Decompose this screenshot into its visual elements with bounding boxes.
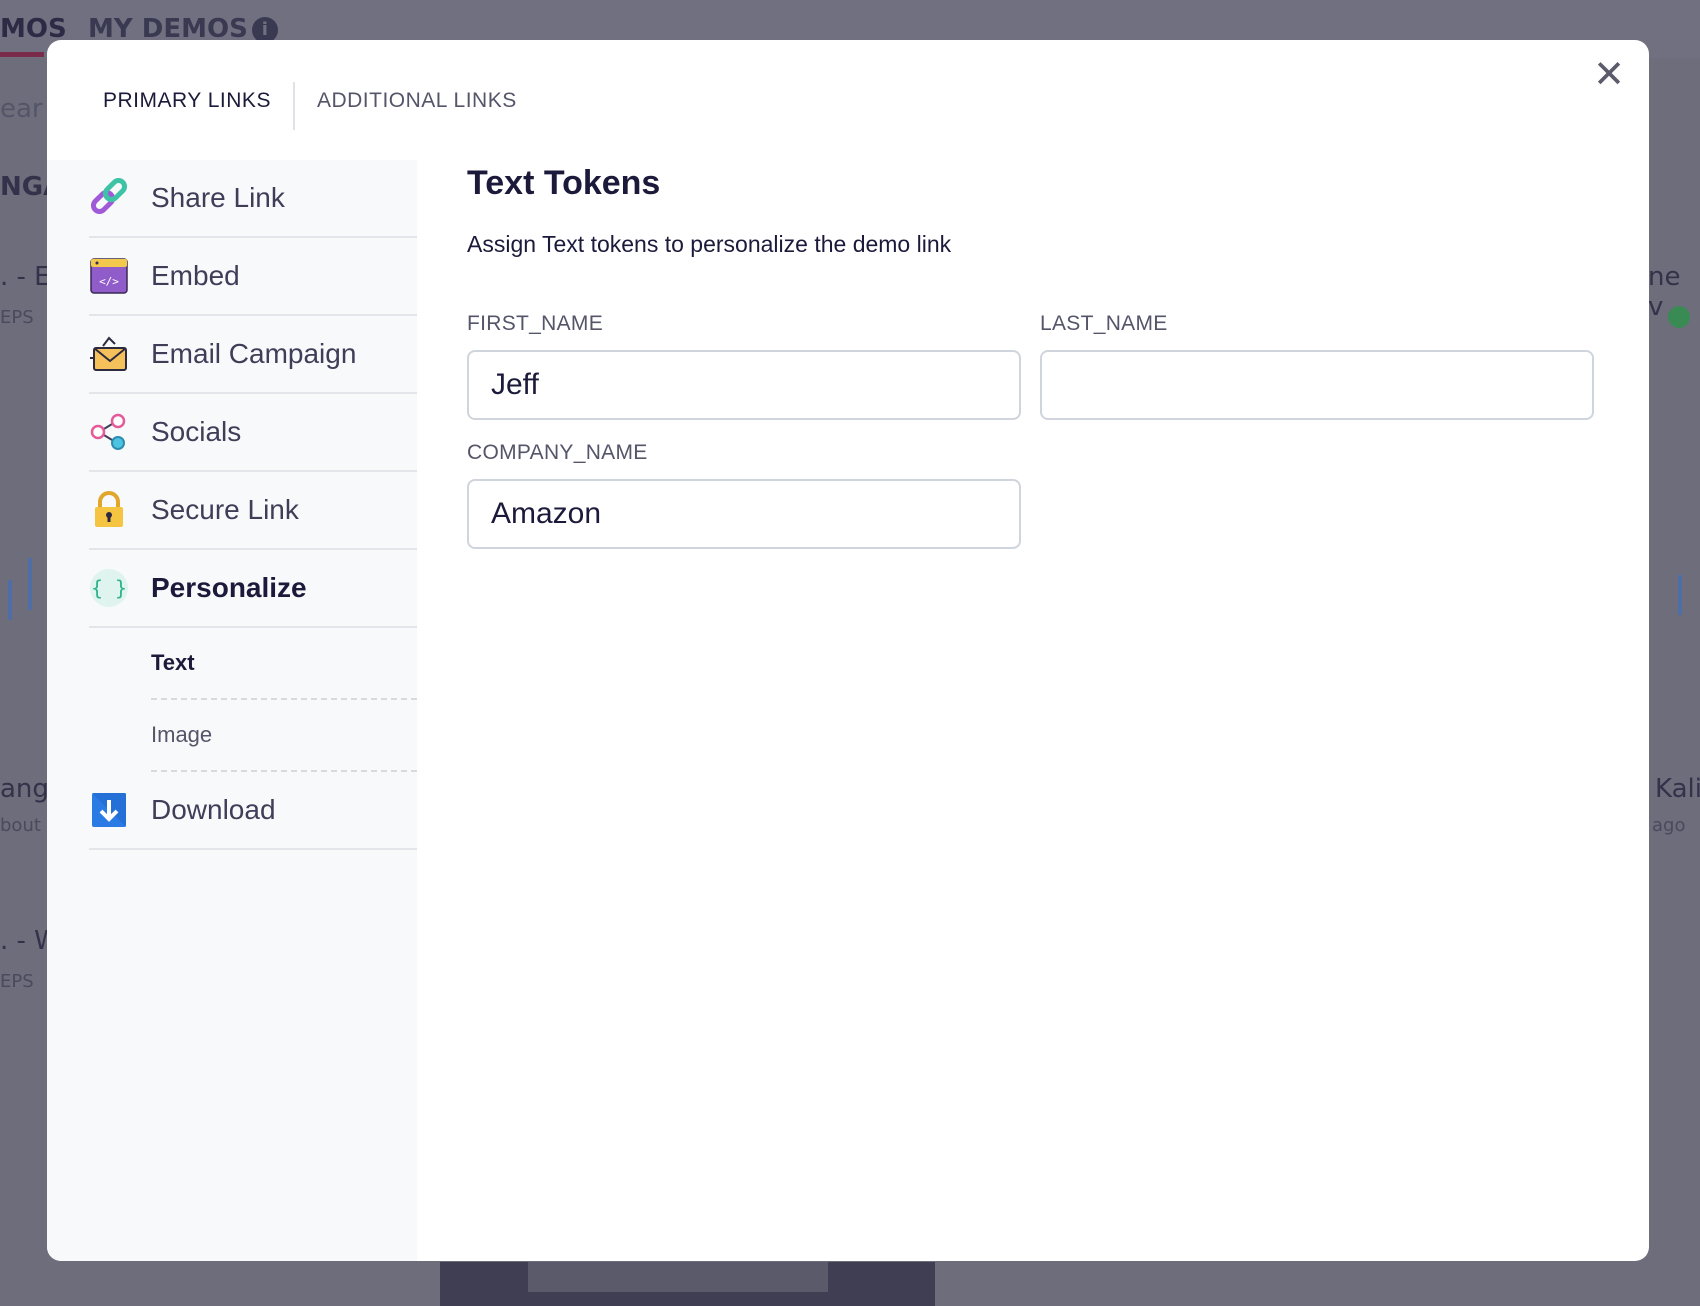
embed-code-icon: </> (89, 256, 129, 296)
sidebar-item-download[interactable]: Download (89, 772, 417, 850)
background-chart-bar (1678, 575, 1682, 615)
svg-text:</>: </> (99, 275, 119, 288)
share-nodes-icon (89, 412, 129, 452)
close-icon[interactable]: ✕ (1589, 54, 1629, 94)
sidebar-item-label: Share Link (151, 182, 285, 213)
tab-additional-links[interactable]: ADDITIONAL LINKS (317, 84, 517, 172)
background-card-steps-fragment-2: EPS (0, 971, 34, 992)
sidebar-item-personalize[interactable]: { } Personalize (89, 550, 417, 628)
sidebar-subitem-text[interactable]: Text (151, 628, 417, 700)
company-name-input[interactable] (467, 479, 1021, 549)
background-search-fragment: ear (0, 94, 43, 124)
tab-divider (292, 82, 295, 130)
background-card-preview-inner (528, 1262, 828, 1292)
sidebar-item-label: Personalize (151, 572, 307, 603)
sidebar: Share Link </> Embed Email Campaign Soci… (47, 160, 417, 1261)
background-card-sub-fragment: bout (0, 815, 41, 836)
background-card-name-fragment: ang (0, 774, 49, 804)
background-chart-bar (8, 580, 12, 620)
background-card-steps-fragment: EPS (0, 307, 34, 328)
background-card-sub-fragment-right: ago (1652, 815, 1686, 836)
share-modal: ✕ PRIMARY LINKS ADDITIONAL LINKS Share L… (47, 40, 1649, 1261)
sidebar-item-label: Socials (151, 416, 242, 447)
last-name-input[interactable] (1040, 350, 1594, 420)
tab-primary-links[interactable]: PRIMARY LINKS (103, 84, 271, 172)
check-circle-icon (1668, 306, 1690, 328)
padlock-icon (89, 490, 129, 530)
sidebar-menu: Share Link </> Embed Email Campaign Soci… (89, 160, 417, 850)
page-title: Text Tokens (467, 164, 661, 202)
sidebar-item-socials[interactable]: Socials (89, 394, 417, 472)
first-name-label: FIRST_NAME (467, 312, 604, 335)
company-name-label: COMPANY_NAME (467, 441, 648, 464)
content-panel: Text Tokens Assign Text tokens to person… (467, 160, 1597, 549)
company-name-field: COMPANY_NAME (467, 441, 1023, 561)
sidebar-item-label: Secure Link (151, 494, 299, 525)
svg-text:{ }: { } (91, 576, 127, 600)
page-description: Assign Text tokens to personalize the de… (467, 231, 952, 257)
sidebar-item-share-link[interactable]: Share Link (89, 160, 417, 238)
sidebar-item-label: Email Campaign (151, 338, 357, 369)
background-card-title-fragment: . - E (0, 262, 51, 292)
first-name-field: FIRST_NAME (467, 312, 1023, 432)
sidebar-item-label: Embed (151, 260, 240, 291)
sidebar-subitem-label: Text (151, 650, 195, 675)
sidebar-item-email-campaign[interactable]: Email Campaign (89, 316, 417, 394)
background-tab-underline (0, 52, 44, 57)
download-icon (89, 790, 129, 830)
sidebar-item-embed[interactable]: </> Embed (89, 238, 417, 316)
email-envelope-icon (89, 334, 129, 374)
sidebar-subitem-label: Image (151, 722, 213, 747)
sidebar-subitem-image[interactable]: Image (151, 700, 417, 772)
background-card-name-fragment-right: Kali (1655, 774, 1700, 804)
link-icon (89, 178, 129, 218)
sidebar-item-secure-link[interactable]: Secure Link (89, 472, 417, 550)
background-chart-bar (28, 558, 32, 610)
curly-braces-icon: { } (89, 568, 129, 608)
last-name-field: LAST_NAME (1040, 312, 1596, 432)
sidebar-item-label: Download (151, 794, 276, 825)
last-name-label: LAST_NAME (1040, 312, 1168, 335)
first-name-input[interactable] (467, 350, 1021, 420)
